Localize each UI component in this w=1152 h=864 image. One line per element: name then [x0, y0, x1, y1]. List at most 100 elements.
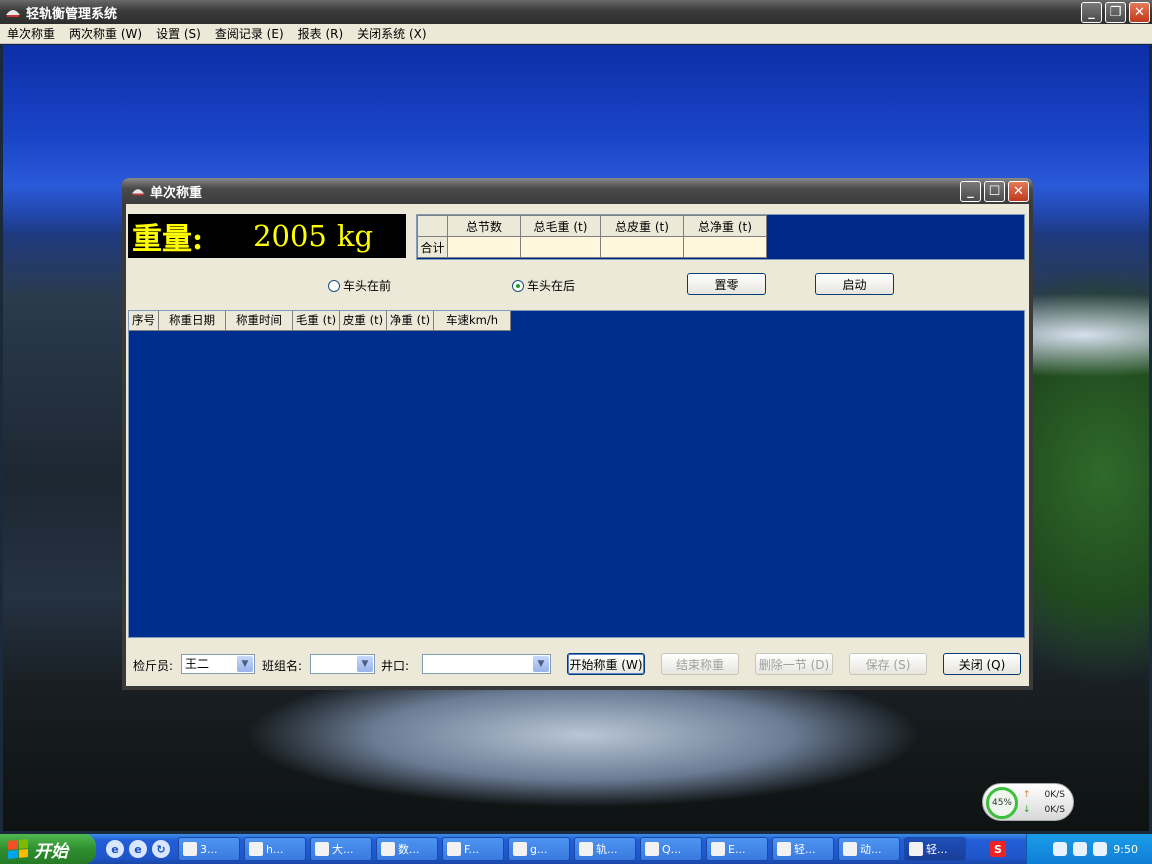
restore-icon: ❐ [1109, 5, 1122, 20]
task-button[interactable]: 轨... [574, 837, 636, 861]
task-button[interactable]: 大... [310, 837, 372, 861]
task-button[interactable]: h... [244, 837, 306, 861]
network-icon[interactable] [1093, 842, 1108, 856]
ie-icon[interactable]: e [106, 840, 124, 858]
word-icon [645, 842, 659, 856]
zero-button[interactable]: 置零 [687, 273, 766, 295]
shift-select[interactable]: ▼ [310, 654, 375, 674]
minimize-icon: _ [1088, 5, 1095, 20]
task-button[interactable]: g... [508, 837, 570, 861]
task-label: 轻... [794, 843, 816, 856]
task-label: 动... [860, 843, 882, 856]
end-weigh-button[interactable]: 结束称重 [661, 653, 739, 675]
close-icon: ✕ [1134, 5, 1145, 20]
task-button[interactable]: E... [706, 837, 768, 861]
dialog-close-button[interactable]: ✕ [1008, 181, 1029, 202]
summary-panel: 总节数 总毛重 (t) 总皮重 (t) 总净重 (t) 合计 [416, 214, 1025, 260]
task-label: 轨... [596, 843, 618, 856]
save-button[interactable]: 保存 (S) [849, 653, 927, 675]
radio-back[interactable]: 车头在后 [512, 277, 575, 294]
upload-arrow-icon: ↑ [1023, 790, 1031, 800]
menu-double-weigh[interactable]: 两次称重 (W) [62, 24, 149, 44]
mine-select[interactable]: ▼ [422, 654, 551, 674]
task-button[interactable]: 数... [376, 837, 438, 861]
start-label: 开始 [34, 841, 68, 862]
grid-header-tare[interactable]: 皮重 (t) [340, 311, 387, 331]
network-monitor-widget[interactable]: 45% ↑ 0K/S ↓ 0K/S [982, 783, 1074, 821]
mine-label: 井口: [381, 659, 410, 673]
summary-header-net: 总净重 (t) [683, 215, 767, 237]
dialog-maximize-button[interactable]: ☐ [984, 181, 1005, 202]
minimize-icon: _ [967, 184, 974, 199]
word-icon [579, 842, 593, 856]
browser-icon[interactable]: e [129, 840, 147, 858]
task-button[interactable]: F... [442, 837, 504, 861]
radio-front-circle[interactable] [328, 279, 340, 292]
dialog-title-bar: 单次称重 _ ☐ ✕ [122, 178, 1033, 204]
radio-back-label: 车头在后 [527, 279, 576, 293]
dialog-minimize-button[interactable]: _ [960, 181, 981, 202]
task-button[interactable]: Q... [640, 837, 702, 861]
dialog-window-controls: _ ☐ ✕ [960, 181, 1029, 202]
grid-header-gross[interactable]: 毛重 (t) [293, 311, 340, 331]
summary-row-label: 合计 [417, 236, 448, 258]
weigh-records-grid[interactable]: 序号 称重日期 称重时间 毛重 (t) 皮重 (t) 净重 (t) 车速km/h [128, 310, 1025, 638]
task-buttons: 3... h... 大... 数... F... g... 轨... Q... … [178, 837, 966, 861]
start-menu-button[interactable]: 开始 [0, 834, 96, 864]
close-button[interactable]: ✕ [1129, 2, 1150, 23]
task-label: 大... [332, 843, 354, 856]
weight-value: 2005 [253, 219, 327, 253]
grid-header-time[interactable]: 称重时间 [226, 311, 293, 331]
word-icon [843, 842, 857, 856]
menu-settings[interactable]: 设置 (S) [149, 24, 208, 44]
task-button[interactable]: 3... [178, 837, 240, 861]
task-label: h... [266, 842, 284, 856]
net-usage-circle: 45% [986, 787, 1018, 819]
grid-header-net[interactable]: 净重 (t) [387, 311, 434, 331]
weight-label: 重量: [132, 222, 204, 257]
summary-net-cell [683, 236, 767, 258]
battery-icon[interactable] [1053, 842, 1068, 856]
menu-reports[interactable]: 报表 (R) [291, 24, 351, 44]
folder-icon [711, 842, 725, 856]
shift-label: 班组名: [262, 659, 303, 673]
grid-header-speed[interactable]: 车速km/h [434, 311, 511, 331]
task-button[interactable]: 动... [838, 837, 900, 861]
dialog-title: 单次称重 [150, 185, 203, 201]
maximize-icon: ☐ [988, 184, 1001, 199]
clock[interactable]: 9:50 [1113, 843, 1138, 856]
grid-header-index[interactable]: 序号 [129, 311, 159, 331]
task-label: 数... [398, 843, 420, 856]
close-dialog-button[interactable]: 关闭 (Q) [943, 653, 1021, 675]
menu-single-weigh[interactable]: 单次称重 [0, 24, 62, 44]
start-button[interactable]: 启动 [815, 273, 894, 295]
menu-close-system[interactable]: 关闭系统 (X) [350, 24, 433, 44]
word-icon [513, 842, 527, 856]
train-icon [6, 10, 20, 17]
task-button-active[interactable]: 轻... [904, 837, 966, 861]
weight-display: 重量: 2005 kg [128, 214, 406, 258]
chevron-down-icon[interactable]: ▼ [533, 656, 549, 672]
summary-header-count: 总节数 [447, 215, 521, 237]
train-icon [909, 842, 923, 856]
restore-button[interactable]: ❐ [1105, 2, 1126, 23]
menu-records[interactable]: 查阅记录 (E) [208, 24, 291, 44]
volume-icon[interactable] [1073, 842, 1088, 856]
task-button[interactable]: 轻... [772, 837, 834, 861]
minimize-button[interactable]: _ [1081, 2, 1102, 23]
radio-back-circle[interactable] [512, 279, 524, 292]
chevron-down-icon[interactable]: ▼ [357, 656, 373, 672]
chevron-down-icon[interactable]: ▼ [237, 656, 253, 672]
summary-header-gross: 总毛重 (t) [520, 215, 601, 237]
sogou-icon[interactable]: S [990, 841, 1006, 857]
task-label: 3... [200, 842, 218, 856]
net-upload-row: ↑ 0K/S [1023, 790, 1065, 800]
summary-corner [417, 215, 448, 237]
radio-front[interactable]: 车头在前 [328, 277, 391, 294]
inspector-select[interactable]: 王二 ▼ [181, 654, 255, 674]
refresh-icon[interactable]: ↻ [152, 840, 170, 858]
begin-weigh-button[interactable]: 开始称重 (W) [567, 653, 645, 675]
grid-header-date[interactable]: 称重日期 [159, 311, 226, 331]
delete-one-button[interactable]: 删除一节 (D) [755, 653, 833, 675]
task-label: g... [530, 842, 548, 856]
